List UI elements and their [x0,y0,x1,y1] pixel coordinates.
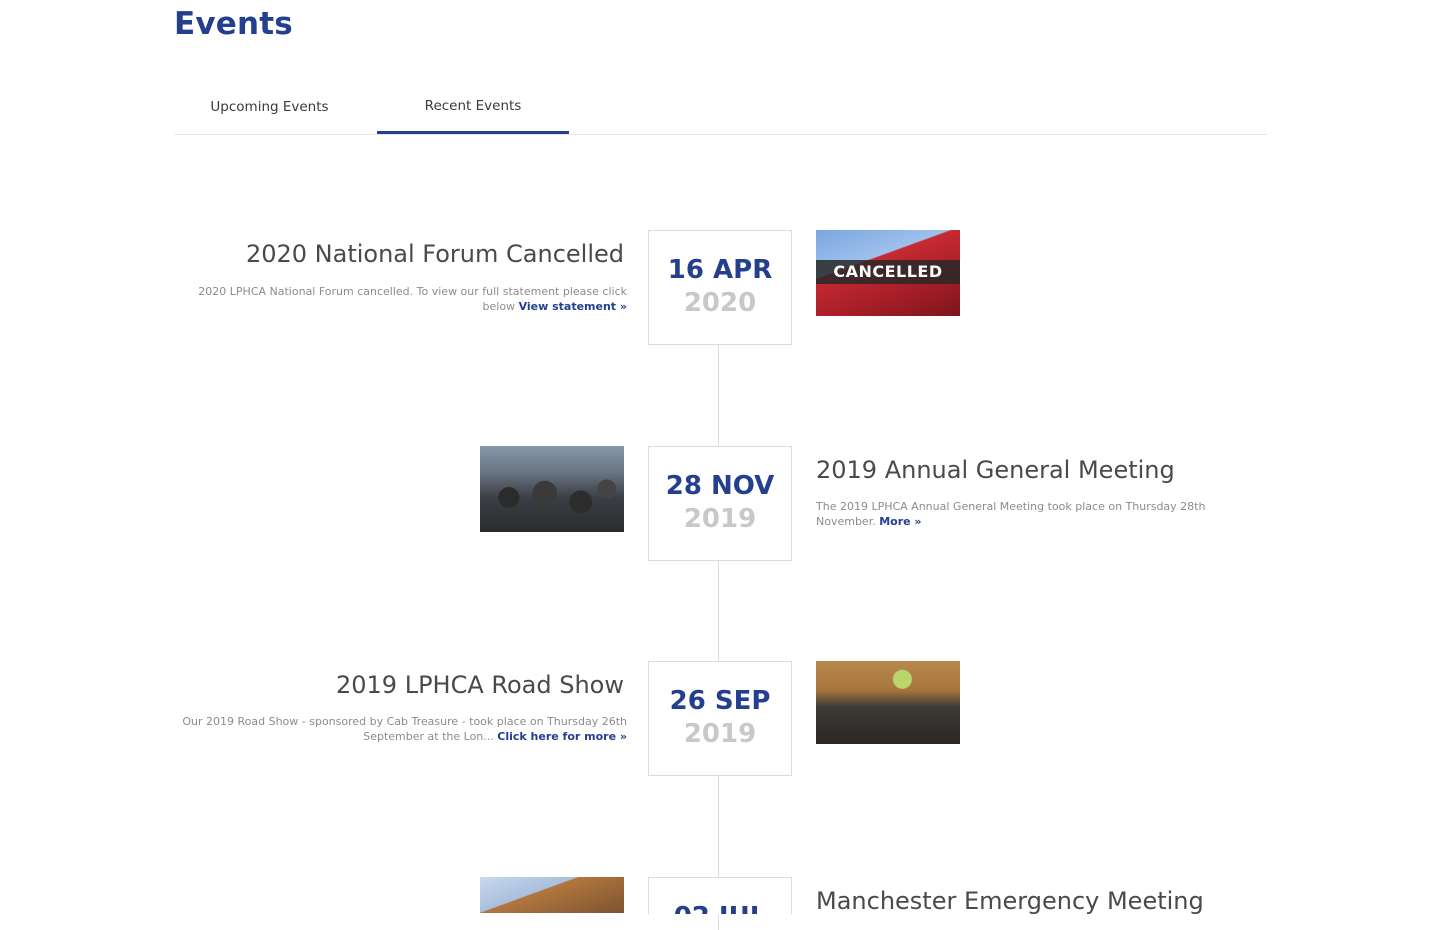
page-title: Events [174,6,293,42]
event-date-year: 2019 [683,504,757,534]
event-title[interactable]: Manchester Emergency Meeting [816,886,1204,916]
event-description: The 2019 LPHCA Annual General Meeting to… [816,499,1226,529]
event-image[interactable]: CANCELLED [816,230,960,316]
view-statement-link[interactable]: View statement » [519,300,627,313]
event-date-day: 02 JUL [649,901,791,914]
event-title[interactable]: 2019 LPHCA Road Show [174,670,624,700]
event-date-day: 28 NOV [665,471,775,501]
event-date-box: 16 APR 2020 [648,230,792,345]
event-date-day: 16 APR [667,255,773,285]
tab-upcoming-events[interactable]: Upcoming Events [174,82,365,133]
event-description: 2020 LPHCA National Forum cancelled. To … [174,284,627,314]
event-date-year: 2019 [683,719,757,749]
event-title[interactable]: 2019 Annual General Meeting [816,455,1175,485]
event-description-text: The 2019 LPHCA Annual General Meeting to… [816,500,1206,528]
cancelled-banner: CANCELLED [816,260,960,284]
event-date-box: 26 SEP 2019 [648,661,792,776]
event-description: Our 2019 Road Show - sponsored by Cab Tr… [174,714,627,744]
event-image[interactable] [816,661,960,744]
click-here-for-more-link[interactable]: Click here for more » [497,730,627,743]
event-date-box: 28 NOV 2019 [648,446,792,561]
event-date-day: 26 SEP [669,686,771,716]
event-date-box: 02 JUL 2019 [648,877,792,914]
events-tabs: Upcoming Events Recent Events [174,82,1267,135]
event-image[interactable] [480,877,624,913]
event-date-year: 2020 [683,288,757,318]
event-title[interactable]: 2020 National Forum Cancelled [174,239,624,269]
more-link[interactable]: More » [879,515,921,528]
tab-recent-events[interactable]: Recent Events [377,82,569,134]
event-image[interactable] [480,446,624,532]
